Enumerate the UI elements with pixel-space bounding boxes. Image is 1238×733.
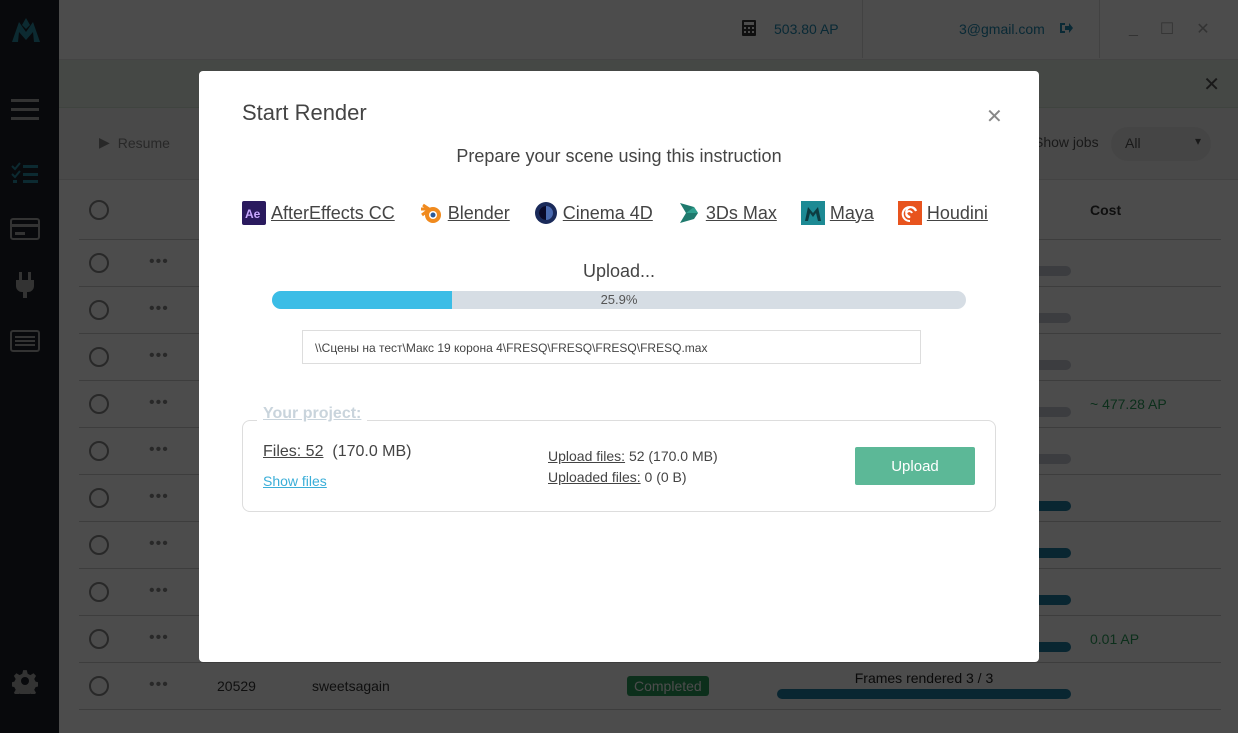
- files-summary: Files: 52 (170.0 MB): [263, 443, 412, 461]
- houdini-icon: [897, 201, 922, 225]
- app-label: Blender: [447, 202, 510, 223]
- maya-icon: [800, 201, 825, 225]
- dialog-title: Start Render: [242, 100, 367, 125]
- start-render-dialog: Start Render ✕ Prepare your scene using …: [199, 71, 1039, 662]
- link-3dsmax[interactable]: 3Ds Max: [677, 201, 777, 225]
- app-label: AfterEffects CC: [271, 202, 395, 223]
- uploaded-files-value: 0 (0 B): [644, 469, 687, 485]
- app-label: Maya: [829, 202, 874, 223]
- scene-path-field[interactable]: \\Сцены на тест\Макс 19 корона 4\FRESQ\F…: [302, 330, 921, 364]
- 3dsmax-icon: [677, 201, 701, 225]
- svg-text:Ae: Ae: [245, 207, 261, 221]
- uploaded-files-label: Uploaded files:: [548, 469, 641, 485]
- aftereffects-icon: Ae: [242, 201, 266, 225]
- upload-progress-bar: 25.9%: [272, 291, 966, 309]
- show-files-link[interactable]: Show files: [263, 473, 327, 489]
- cinema4d-icon: [534, 201, 558, 225]
- dialog-subtitle: Prepare your scene using this instructio…: [456, 146, 782, 166]
- link-blender[interactable]: Blender: [419, 201, 510, 225]
- app-label: Cinema 4D: [562, 202, 653, 223]
- link-cinema4d[interactable]: Cinema 4D: [534, 201, 653, 225]
- app-label: 3Ds Max: [705, 202, 777, 223]
- project-legend: Your project:: [257, 405, 368, 423]
- app-label: Houdini: [926, 202, 988, 223]
- files-count[interactable]: Files: 52: [263, 443, 323, 460]
- upload-button[interactable]: Upload: [855, 447, 975, 485]
- upload-status: Upload...: [582, 261, 656, 281]
- project-panel: Your project: Files: 52 (170.0 MB) Show …: [242, 405, 996, 512]
- software-links: Ae AfterEffects CC Blender Cinema 4D 3Ds…: [242, 201, 988, 225]
- link-maya[interactable]: Maya: [800, 201, 874, 225]
- uploaded-files-stat: Uploaded files: 0 (0 B): [548, 469, 687, 485]
- app-window: 503.80 AP 3@gmail.com _ ☐ ✕ ✕ ▶ Resume: [0, 0, 1238, 733]
- link-houdini[interactable]: Houdini: [897, 201, 988, 225]
- dialog-close-icon[interactable]: ✕: [986, 104, 1003, 129]
- link-aftereffects[interactable]: Ae AfterEffects CC: [242, 201, 395, 225]
- upload-files-stat: Upload files: 52 (170.0 MB): [548, 448, 718, 464]
- files-size: (170.0 MB): [332, 443, 412, 460]
- upload-progress-text: 25.9%: [600, 292, 638, 307]
- upload-files-value: 52 (170.0 MB): [628, 448, 718, 464]
- upload-files-label: Upload files:: [548, 448, 626, 464]
- blender-icon: [419, 201, 443, 225]
